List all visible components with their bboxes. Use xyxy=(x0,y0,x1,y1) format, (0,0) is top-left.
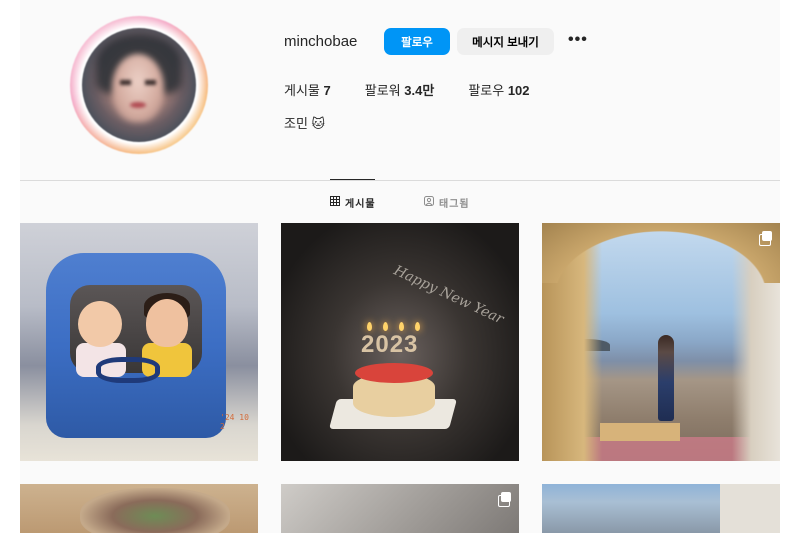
candle-flame xyxy=(383,322,388,331)
post-thumbnail[interactable] xyxy=(542,484,780,533)
tent-canopy xyxy=(542,223,780,283)
active-tab-indicator xyxy=(330,179,375,180)
avatar[interactable] xyxy=(82,28,196,142)
date-stamp: '24 10 2 xyxy=(220,413,249,431)
avatar-lips xyxy=(130,102,146,108)
tab-tagged-label: 태그됨 xyxy=(439,199,470,210)
grid-icon xyxy=(330,196,340,209)
child-face xyxy=(78,301,122,347)
tab-posts-label: 게시물 xyxy=(345,199,376,210)
steering-wheel xyxy=(96,357,160,383)
tab-tagged[interactable]: 태그됨 xyxy=(424,195,470,210)
cake-topper: Happy New Year xyxy=(391,262,506,328)
person-standing xyxy=(658,335,674,421)
more-options-icon[interactable]: ••• xyxy=(568,30,588,52)
followers-stat[interactable]: 팔로워 3.4만 xyxy=(365,80,435,99)
story-ring[interactable] xyxy=(70,16,208,154)
post-thumbnail[interactable] xyxy=(281,484,519,533)
cake-top xyxy=(355,363,433,383)
candle-flame xyxy=(399,322,404,331)
tag-icon xyxy=(424,196,434,209)
message-button[interactable]: 메시지 보내기 xyxy=(457,28,554,55)
following-stat-label: 팔로우 xyxy=(468,83,505,98)
followers-stat-count: 3.4만 xyxy=(404,83,435,98)
follow-button[interactable]: 팔로우 xyxy=(384,28,450,55)
profile-bio: 조민 🐱 xyxy=(284,116,326,131)
profile-page: minchobae 팔로우 메시지 보내기 ••• 게시물 7 팔로워 3.4만… xyxy=(20,0,780,533)
avatar-eyes xyxy=(120,80,156,85)
tab-posts[interactable]: 게시물 xyxy=(330,195,376,210)
candle-flame xyxy=(415,322,420,331)
avatar-face xyxy=(112,54,164,122)
post-thumbnail[interactable] xyxy=(20,484,258,533)
post-thumbnail[interactable]: '24 10 2 xyxy=(20,223,258,461)
following-stat-count: 102 xyxy=(507,83,530,98)
profile-stats: 게시물 7 팔로워 3.4만 팔로우 102 xyxy=(284,80,564,99)
child-face xyxy=(146,299,188,347)
number-candles: 2023 xyxy=(361,331,419,358)
post-thumbnail[interactable] xyxy=(542,223,780,461)
tabs-divider xyxy=(20,180,780,181)
carousel-icon xyxy=(498,492,511,507)
following-stat[interactable]: 팔로우 102 xyxy=(468,80,529,99)
username: minchobae xyxy=(284,33,358,50)
posts-stat-count: 7 xyxy=(323,83,331,98)
followers-stat-label: 팔로워 xyxy=(364,83,401,98)
post-thumbnail[interactable]: Happy New Year 2023 xyxy=(281,223,519,461)
posts-stat: 게시물 7 xyxy=(284,80,331,99)
picnic-table xyxy=(600,423,680,441)
posts-stat-label: 게시물 xyxy=(284,83,320,98)
candle-flame xyxy=(367,322,372,331)
carousel-icon xyxy=(759,231,772,246)
